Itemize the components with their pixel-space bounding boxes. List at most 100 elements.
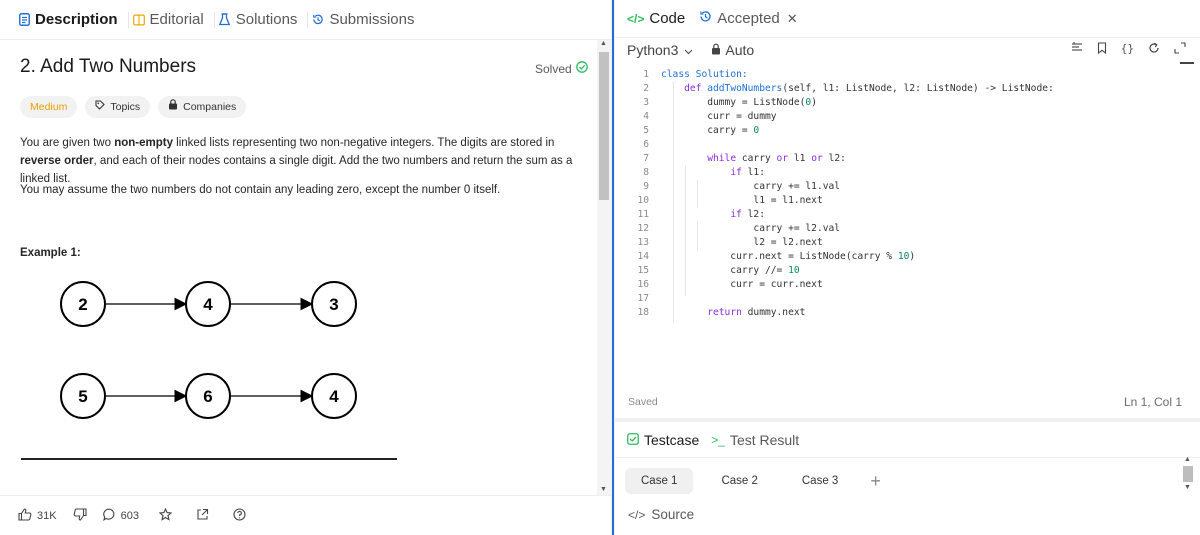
description-scrollbar[interactable]: ▲ ▼	[597, 40, 611, 495]
solved-label: Solved	[535, 61, 572, 76]
expand-icon[interactable]	[1174, 42, 1186, 57]
share-button[interactable]	[192, 508, 213, 524]
tab-description[interactable]: Description	[18, 10, 129, 28]
node-value: 3	[329, 295, 338, 314]
tag-row: Medium Topics Companies	[20, 96, 247, 118]
node-value: 4	[203, 295, 213, 314]
tab-description-label: Description	[35, 10, 118, 28]
cursor-position[interactable]: Ln 1, Col 1	[1124, 395, 1182, 409]
checkbox-icon	[627, 432, 639, 448]
tab-submissions-label: Submissions	[329, 10, 415, 28]
code-panel: </> Code Accepted ✕ Python3 Auto {} 1 cl…	[615, 0, 1200, 418]
code-tab-bar: </> Code Accepted ✕	[615, 0, 1200, 38]
language-select[interactable]: Python3	[627, 42, 693, 58]
terminal-icon: >_	[711, 432, 725, 447]
editor-tools: {}	[1071, 42, 1186, 57]
example-title: Example 1:	[20, 247, 81, 259]
editor-scroll-indicator	[1180, 62, 1194, 72]
history-icon	[699, 10, 712, 27]
tab-test-result[interactable]: >_ Test Result	[711, 432, 799, 448]
tab-solutions-label: Solutions	[235, 10, 298, 28]
problem-panel: Description Editorial Solutions Submissi…	[0, 0, 611, 535]
node-value: 5	[78, 387, 87, 406]
question-circle-icon	[233, 507, 246, 524]
scroll-thumb[interactable]	[1183, 466, 1193, 482]
diagram-bottom-line	[21, 458, 397, 460]
favorite-button[interactable]	[155, 507, 176, 524]
chevron-down-icon	[684, 42, 693, 58]
left-tab-bar: Description Editorial Solutions Submissi…	[0, 0, 611, 40]
source-label: Source	[651, 507, 695, 522]
node-value: 2	[78, 295, 87, 314]
tag-icon	[95, 96, 106, 118]
editor-status-bar: Saved Ln 1, Col 1	[615, 390, 1200, 414]
scroll-up-arrow-icon[interactable]: ▲	[1184, 456, 1191, 463]
scroll-down-arrow-icon[interactable]: ▼	[600, 486, 607, 493]
difficulty-badge[interactable]: Medium	[20, 96, 78, 118]
tab-editorial[interactable]: Editorial	[132, 11, 215, 28]
lock-icon	[168, 96, 178, 118]
desc-bold-1: non-empty	[114, 137, 173, 149]
tab-code-label: Code	[649, 10, 686, 27]
tab-test-result-label: Test Result	[729, 431, 800, 448]
braces-icon[interactable]: {}	[1121, 42, 1134, 57]
dislike-button[interactable]	[73, 507, 87, 524]
like-button[interactable]: 31K	[18, 507, 57, 524]
tab-code[interactable]: </> Code	[627, 10, 685, 27]
reset-icon[interactable]	[1148, 42, 1160, 57]
tab-submissions[interactable]: Submissions	[312, 10, 424, 28]
thumbs-down-icon	[73, 507, 87, 524]
companies-label: Companies	[183, 101, 237, 113]
topics-tag[interactable]: Topics	[85, 96, 151, 118]
star-icon	[158, 507, 173, 524]
code-icon: </>	[628, 507, 646, 522]
like-count: 31K	[37, 509, 57, 522]
thumbs-up-icon	[18, 507, 32, 524]
language-label: Python3	[627, 42, 679, 58]
tab-accepted[interactable]: Accepted ✕	[699, 10, 798, 27]
auto-label: Auto	[725, 42, 755, 58]
problem-content: 2. Add Two Numbers Solved Medium Topics	[0, 40, 597, 495]
comment-icon	[102, 508, 116, 524]
testcase-scrollbar[interactable]: ▲ ▼	[1182, 456, 1194, 496]
tab-testcase[interactable]: Testcase	[627, 432, 699, 448]
source-button[interactable]: </> Source	[628, 507, 694, 522]
code-icon: </>	[627, 11, 645, 26]
desc-bold-2: reverse order	[20, 155, 94, 167]
problem-constraint-text: You may assume the two numbers do not co…	[20, 184, 501, 196]
case-tab-2[interactable]: Case 2	[705, 468, 773, 494]
tab-solutions[interactable]: Solutions	[219, 10, 309, 28]
bookmark-icon[interactable]	[1097, 42, 1107, 57]
solved-status: Solved	[535, 61, 588, 76]
code-editor[interactable]: 1 class Solution: 2 def addTwoNumbers(sel…	[615, 68, 1185, 328]
format-icon[interactable]	[1071, 42, 1083, 57]
scroll-thumb[interactable]	[599, 52, 609, 200]
desc-text-1: You are given two	[20, 137, 115, 149]
linked-list-svg: 2 4 3 5 6 4	[60, 281, 357, 419]
help-button[interactable]	[229, 507, 250, 524]
tab-testcase-label: Testcase	[644, 431, 700, 448]
topics-label: Topics	[110, 101, 141, 113]
desc-text-2: linked lists representing two non-negati…	[172, 137, 555, 149]
flask-icon	[219, 13, 231, 26]
saved-status: Saved	[628, 396, 658, 408]
book-icon	[132, 13, 145, 26]
problem-description: You are given two non-empty linked lists…	[20, 134, 590, 188]
comments-button[interactable]: 603	[102, 508, 139, 524]
scroll-up-arrow-icon[interactable]: ▲	[600, 40, 607, 47]
history-icon	[312, 13, 324, 26]
node-value: 4	[329, 387, 339, 406]
case-tab-3[interactable]: Case 3	[786, 468, 854, 494]
scroll-down-arrow-icon[interactable]: ▼	[1184, 484, 1191, 491]
case-tab-1[interactable]: Case 1	[625, 468, 694, 494]
close-icon[interactable]: ✕	[787, 11, 798, 27]
companies-tag[interactable]: Companies	[158, 96, 247, 118]
share-icon	[196, 508, 209, 524]
problem-title: 2. Add Two Numbers	[20, 56, 197, 77]
comment-count: 603	[120, 509, 139, 522]
problem-footer: 31K 603	[0, 495, 611, 535]
editor-toolbar: Python3 Auto {}	[615, 38, 1200, 62]
document-icon	[18, 13, 30, 26]
auto-mode-toggle[interactable]: Auto	[711, 42, 754, 58]
add-case-button[interactable]: +	[870, 471, 881, 492]
